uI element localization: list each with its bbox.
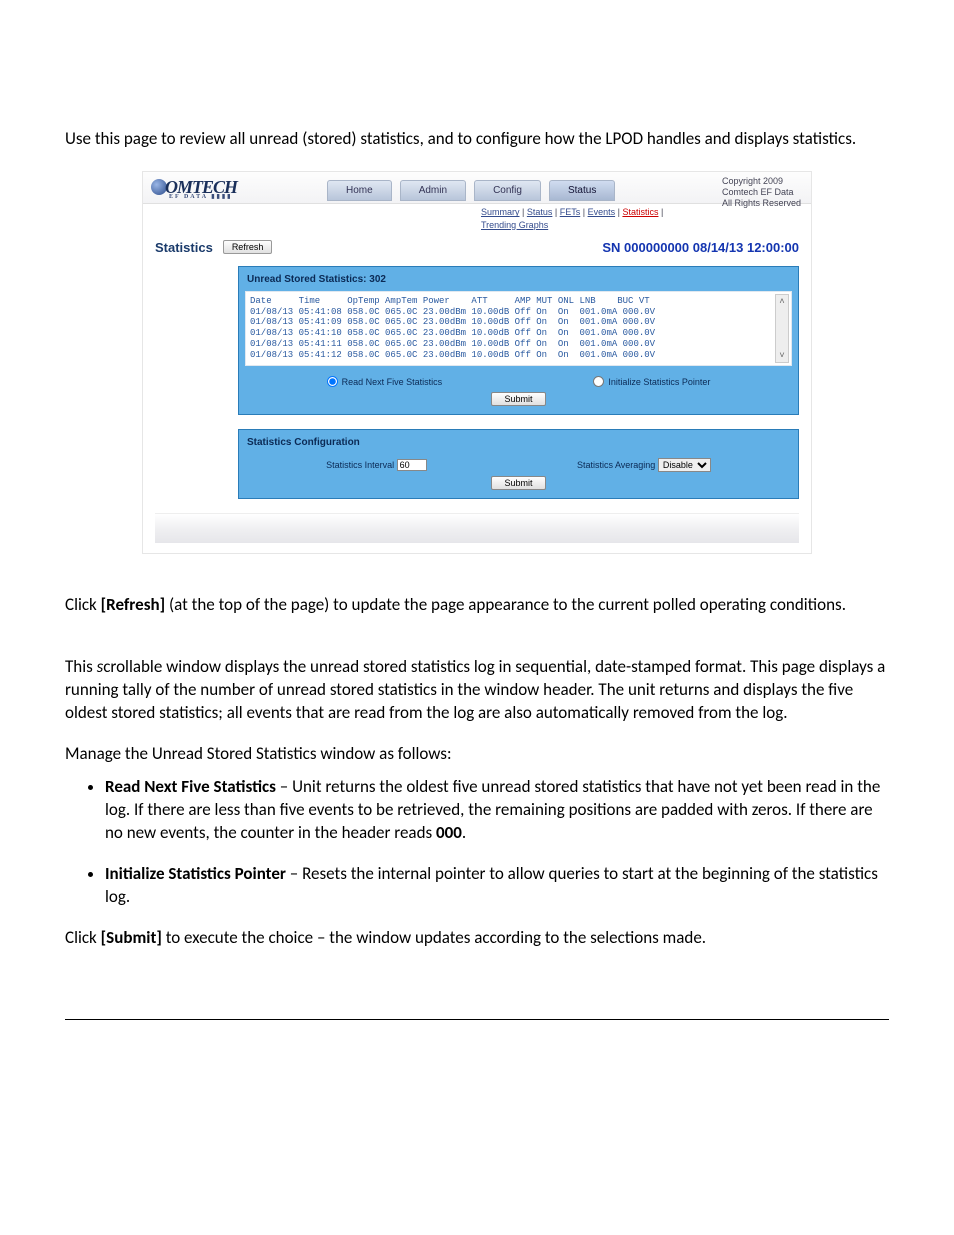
stats-config-panel: Statistics Configuration Statistics Inte… (238, 429, 799, 499)
serial-number-line: SN 000000000 08/14/13 12:00:00 (602, 239, 799, 257)
interval-input[interactable] (397, 459, 427, 471)
tab-home[interactable]: Home (327, 180, 392, 202)
page-title: Statistics (155, 239, 213, 257)
radio-read-next[interactable]: Read Next Five Statistics (327, 376, 443, 388)
list-item: Read Next Five Statistics – Unit returns… (105, 776, 889, 845)
copyright-text: Copyright 2009 Comtech EF Data All Right… (722, 176, 801, 208)
logo-subtext: EF DATA ▮▮▮▮ (169, 194, 237, 200)
stats-row: 01/08/13 05:41:12 058.0C 065.0C 23.00dBm… (250, 350, 787, 361)
doc-paragraph: Click [Submit] to execute the choice – t… (65, 927, 889, 950)
scroll-down-icon[interactable]: ˅ (776, 349, 788, 361)
scrollbar[interactable]: ˄ ˅ (775, 294, 789, 363)
main-tabs: Home Admin Config Status (327, 180, 615, 202)
subnav-summary[interactable]: Summary (481, 207, 520, 217)
averaging-select[interactable]: Disable (658, 458, 711, 472)
stats-table-header: Date Time OpTemp AmpTem Power ATT AMP MU… (250, 296, 787, 307)
averaging-label: Statistics Averaging (577, 460, 655, 470)
stats-config-header: Statistics Configuration (241, 432, 796, 452)
radio-init-pointer-input[interactable] (593, 376, 604, 387)
footer-rule (65, 1019, 889, 1020)
stats-row: 01/08/13 05:41:09 058.0C 065.0C 23.00dBm… (250, 317, 787, 328)
tab-status[interactable]: Status (549, 180, 615, 202)
scroll-up-icon[interactable]: ˄ (776, 295, 788, 307)
tab-config[interactable]: Config (474, 180, 541, 202)
sub-nav: Summary | Status | FETs | Events | Stati… (473, 204, 811, 232)
submit-button-config[interactable]: Submit (491, 476, 545, 490)
bullet-list: Read Next Five Statistics – Unit returns… (105, 776, 889, 909)
subnav-trending[interactable]: Trending Graphs (481, 220, 548, 230)
unread-stats-header: Unread Stored Statistics: 302 (241, 269, 796, 289)
screenshot-panel: OMTECH EF DATA ▮▮▮▮ Home Admin Config St… (142, 171, 812, 554)
refresh-button[interactable]: Refresh (223, 240, 273, 254)
stats-action-radios: Read Next Five Statistics Initialize Sta… (241, 372, 796, 390)
stats-row: 01/08/13 05:41:11 058.0C 065.0C 23.00dBm… (250, 339, 787, 350)
submit-button[interactable]: Submit (491, 392, 545, 406)
subnav-statistics[interactable]: Statistics (622, 207, 658, 217)
subnav-status[interactable]: Status (527, 207, 553, 217)
interval-label: Statistics Interval (326, 460, 394, 470)
radio-init-pointer[interactable]: Initialize Statistics Pointer (593, 376, 710, 388)
doc-paragraph: Click [Refresh] (at the top of the page)… (65, 594, 889, 617)
doc-paragraph: Manage the Unread Stored Statistics wind… (65, 743, 889, 766)
stats-config-row: Statistics Interval Statistics Averaging… (241, 452, 796, 474)
gradient-strip (155, 513, 799, 543)
doc-paragraph: This scrollable window displays the unre… (65, 656, 889, 725)
intro-paragraph: Use this page to review all unread (stor… (65, 128, 889, 151)
stats-row: 01/08/13 05:41:10 058.0C 065.0C 23.00dBm… (250, 328, 787, 339)
subnav-events[interactable]: Events (588, 207, 616, 217)
topbar: OMTECH EF DATA ▮▮▮▮ Home Admin Config St… (143, 172, 811, 205)
title-bar: Statistics Refresh SN 000000000 08/14/13… (143, 233, 811, 261)
logo: OMTECH EF DATA ▮▮▮▮ (151, 178, 237, 200)
list-item: Initialize Statistics Pointer – Resets t… (105, 863, 889, 909)
subnav-fets[interactable]: FETs (560, 207, 581, 217)
stats-log-window: Date Time OpTemp AmpTem Power ATT AMP MU… (245, 291, 792, 366)
radio-read-next-input[interactable] (327, 376, 338, 387)
tab-admin[interactable]: Admin (400, 180, 466, 202)
stats-row: 01/08/13 05:41:08 058.0C 065.0C 23.00dBm… (250, 307, 787, 318)
unread-stats-panel: Unread Stored Statistics: 302 Date Time … (238, 266, 799, 415)
